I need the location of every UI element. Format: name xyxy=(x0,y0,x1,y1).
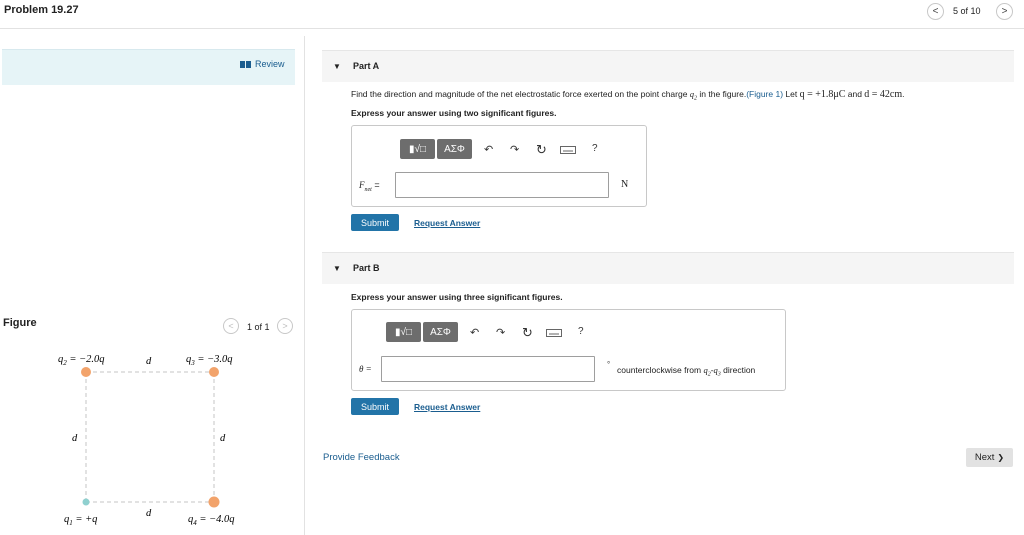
part-b-submit-button[interactable]: Submit xyxy=(351,398,399,415)
charge-q1 xyxy=(82,498,90,506)
charge-q2 xyxy=(81,367,91,377)
chevron-right-icon: > xyxy=(282,321,288,331)
q3-label: q3 = −3.0q xyxy=(186,354,233,367)
part-b-variable-label: θ = xyxy=(359,364,372,374)
chevron-left-icon: < xyxy=(228,321,234,331)
part-b-direction-text: counterclockwise from q2-q3 direction xyxy=(617,365,756,378)
next-label: Next xyxy=(974,452,995,463)
figure-next-button[interactable]: > xyxy=(277,318,293,334)
sqrt-template-icon: ▮√□ xyxy=(394,326,413,338)
figure-label: Figure xyxy=(3,317,37,329)
part-b-answer-input[interactable] xyxy=(381,356,595,382)
chevron-left-icon: < xyxy=(932,6,939,17)
part-a-instructions: Find the direction and magnitude of the … xyxy=(351,89,905,102)
q4-label: q4 = −4.0q xyxy=(188,514,235,527)
part-a-submit-button[interactable]: Submit xyxy=(351,214,399,231)
part-b-title: Part B xyxy=(353,263,380,273)
part-a-symbols-button[interactable]: ΑΣΦ xyxy=(437,139,472,159)
review-label: Review xyxy=(255,59,285,69)
review-link[interactable]: Review xyxy=(240,59,285,69)
greek-symbols-icon: ΑΣΦ xyxy=(444,143,465,155)
part-b-symbols-button[interactable]: ΑΣΦ xyxy=(423,322,458,342)
d-bottom-label: d xyxy=(146,508,152,519)
redo-icon[interactable]: ↷ xyxy=(496,326,505,339)
caret-down-icon: ▼ xyxy=(333,62,341,71)
charge-q4 xyxy=(208,496,220,508)
undo-icon[interactable]: ↶ xyxy=(470,326,479,339)
caret-down-icon: ▼ xyxy=(333,264,341,273)
part-a-variable-label: Fnet = xyxy=(359,180,380,193)
help-icon[interactable]: ? xyxy=(578,326,584,337)
part-a-unit: N xyxy=(621,179,629,190)
part-a-answer-input[interactable] xyxy=(395,172,609,198)
figure-counter: 1 of 1 xyxy=(247,322,270,332)
prev-problem-button[interactable]: < xyxy=(927,3,944,20)
part-a-express: Express your answer using two significan… xyxy=(351,108,557,118)
chevron-right-icon: ❯ xyxy=(997,453,1005,462)
part-a-title: Part A xyxy=(353,61,380,71)
part-a-request-answer-link[interactable]: Request Answer xyxy=(414,218,480,228)
d-left-label: d xyxy=(72,433,78,444)
provide-feedback-link[interactable]: Provide Feedback xyxy=(323,452,400,463)
part-a-templates-button[interactable]: ▮√□ xyxy=(400,139,435,159)
header-divider xyxy=(0,28,1024,29)
problem-counter: 5 of 10 xyxy=(953,6,981,16)
keyboard-icon[interactable] xyxy=(560,146,576,154)
panel-divider xyxy=(304,36,305,535)
d-right-label: d xyxy=(220,433,226,444)
part-b-request-answer-link[interactable]: Request Answer xyxy=(414,402,480,412)
sqrt-template-icon: ▮√□ xyxy=(408,143,427,155)
q2-label: q2 = −2.0q xyxy=(58,354,105,367)
figure-1-link[interactable]: (Figure 1) xyxy=(746,89,783,99)
chevron-right-icon: > xyxy=(1001,6,1008,17)
keyboard-icon[interactable] xyxy=(546,329,562,337)
part-b-express: Express your answer using three signific… xyxy=(351,292,563,302)
degree-symbol: ° xyxy=(607,360,611,369)
part-b-templates-button[interactable]: ▮√□ xyxy=(386,322,421,342)
undo-icon[interactable]: ↶ xyxy=(484,143,493,156)
reset-icon[interactable]: ↻ xyxy=(536,142,547,158)
page-title: Problem 19.27 xyxy=(4,4,79,16)
next-button[interactable]: Next ❯ xyxy=(966,448,1013,467)
next-problem-button[interactable]: > xyxy=(996,3,1013,20)
figure-prev-button[interactable]: < xyxy=(223,318,239,334)
greek-symbols-icon: ΑΣΦ xyxy=(430,326,451,338)
charge-figure: q2 = −2.0q q3 = −3.0q q1 = +q q4 = −4.0q… xyxy=(58,354,235,527)
part-b-header[interactable] xyxy=(322,252,1014,284)
redo-icon[interactable]: ↷ xyxy=(510,143,519,156)
part-a-header[interactable] xyxy=(322,50,1014,82)
book-icon xyxy=(240,60,251,68)
charge-q3 xyxy=(209,367,219,377)
d-top-label: d xyxy=(146,356,152,367)
help-icon[interactable]: ? xyxy=(592,143,598,154)
reset-icon[interactable]: ↻ xyxy=(522,325,533,341)
q1-label: q1 = +q xyxy=(64,514,97,527)
